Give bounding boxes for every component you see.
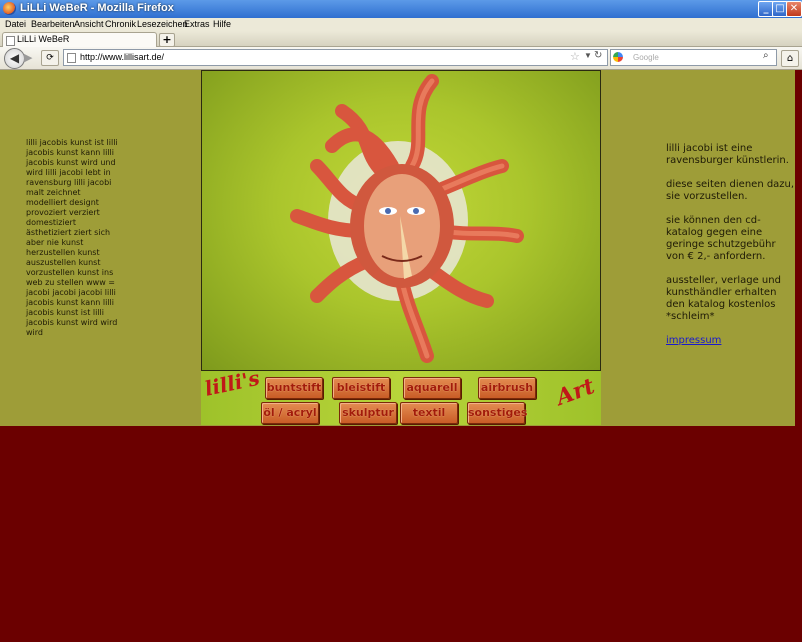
bookmark-star-icon[interactable]: ☆ [570,50,580,63]
menu-hilfe[interactable]: Hilfe [213,19,231,29]
nav-oel-acryl-button[interactable]: öl / acryl [261,402,319,424]
search-placeholder: Google [633,53,659,62]
new-tab-button[interactable]: + [159,33,175,47]
menu-ansicht[interactable]: Ansicht [74,19,104,29]
tab-strip: LiLLi WeBeR + [0,31,802,47]
page-footer-area [0,426,802,642]
nav-airbrush-button[interactable]: airbrush [478,377,536,399]
google-icon[interactable] [613,52,623,62]
menu-bearbeiten[interactable]: Bearbeiten [31,19,75,29]
search-icon[interactable]: ⌕ [763,50,769,61]
page-right-edge [795,70,802,426]
menu-extras[interactable]: Extras [184,19,210,29]
intro-text: lilli jacobi ist eine ravensburger künst… [666,143,796,347]
history-dropdown-icon[interactable]: ▼ [584,51,592,60]
menu-bar: Datei Bearbeiten Ansicht Chronik Lesezei… [0,18,802,31]
menu-chronik[interactable]: Chronik [105,19,136,29]
url-bar[interactable]: http://www.lillisart.de/ ☆ ▼ ↻ [63,49,608,66]
nav-skulptur-button[interactable]: skulptur [339,402,397,424]
intro-paragraph: diese seiten dienen dazu, sie vorzustell… [666,179,795,202]
window-title: LiLLi WeBeR - Mozilla Firefox [20,2,174,14]
intro-paragraph: lilli jacobi ist eine ravensburger künst… [666,143,789,166]
lillis-logo: lilli's [202,365,262,401]
category-navigation: lilli's Art buntstift bleistift aquarell… [201,366,601,425]
url-text[interactable]: http://www.lillisart.de/ [80,52,164,62]
intro-paragraph: aussteller, verlage und kunsthändler erh… [666,275,781,322]
reload-button[interactable]: ⟳ [41,50,59,66]
reload-icon: ⟳ [46,53,54,63]
intro-paragraph: sie können den cd-katalog gegen eine ger… [666,215,776,262]
home-button[interactable]: ⌂ [781,50,799,67]
site-icon [67,53,76,63]
nav-bleistift-button[interactable]: bleistift [332,377,390,399]
url-reload-icon[interactable]: ↻ [594,50,602,61]
forward-button[interactable]: ▶ [24,51,32,64]
home-icon: ⌂ [786,53,794,64]
nav-aquarell-button[interactable]: aquarell [403,377,461,399]
left-poem-text: lilli jacobis kunst ist lilli jacobis ku… [26,138,118,337]
page-icon [6,36,15,46]
nav-sonstiges-button[interactable]: sonstiges [467,402,527,424]
tab-lilli-weber[interactable]: LiLLi WeBeR [2,32,157,47]
window-title-bar: LiLLi WeBeR - Mozilla Firefox _ □ ✕ [0,0,802,19]
tab-label: LiLLi WeBeR [17,34,70,44]
art-logo: Art [552,373,599,411]
firefox-icon [3,2,16,15]
sun-face-sculpture-image [201,70,601,371]
impressum-link[interactable]: impressum [666,335,721,346]
nav-textil-button[interactable]: textil [400,402,458,424]
close-button[interactable]: ✕ [786,1,802,17]
nav-buntstift-button[interactable]: buntstift [265,377,323,399]
menu-datei[interactable]: Datei [5,19,26,29]
back-arrow-icon: ◀ [9,51,20,65]
search-bar[interactable]: Google ⌕ [610,49,777,66]
menu-lesezeichen[interactable]: Lesezeichen [137,19,188,29]
back-button[interactable]: ◀ [4,48,25,69]
navigation-toolbar: ◀ ▶ ⟳ http://www.lillisart.de/ ☆ ▼ ↻ Goo… [0,47,802,70]
forward-arrow-icon: ▶ [24,51,33,64]
sun-sculpture-drawing [290,74,524,363]
